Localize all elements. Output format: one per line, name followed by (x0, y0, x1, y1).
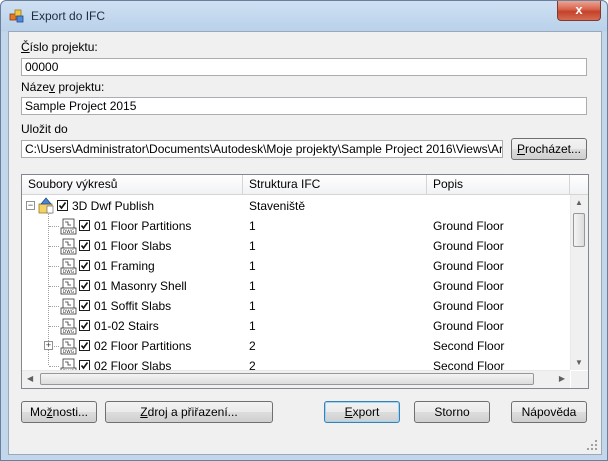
row-description: Ground Floor (433, 319, 504, 333)
row-label: 01-02 Stairs (94, 319, 159, 333)
root-checkbox[interactable] (57, 200, 68, 211)
close-button[interactable]: x (557, 1, 601, 21)
project-number-label: Číslo projektu: (21, 40, 98, 54)
resize-grip-icon[interactable] (586, 439, 598, 451)
column-header-files[interactable]: Soubory výkresů (22, 175, 243, 195)
dwg-file-icon: DWG (60, 218, 77, 235)
help-button[interactable]: Nápověda (511, 401, 587, 423)
svg-text:DWG: DWG (63, 349, 75, 355)
row-label: 01 Soffit Slabs (94, 299, 172, 313)
root-structure: Staveniště (249, 199, 306, 213)
row-description: Ground Floor (433, 219, 504, 233)
browse-button[interactable]: Procházet... (511, 138, 587, 160)
window-title: Export do IFC (31, 9, 106, 23)
row-label: 01 Floor Partitions (94, 219, 192, 233)
dwg-file-icon: DWG (60, 318, 77, 335)
row-description: Ground Floor (433, 279, 504, 293)
row-description: Ground Floor (433, 259, 504, 273)
project-name-field[interactable]: Sample Project 2015 (21, 97, 587, 115)
column-header-filler (570, 175, 588, 195)
svg-text:DWG: DWG (63, 229, 75, 235)
row-structure: 1 (249, 219, 256, 233)
row-checkbox[interactable] (79, 340, 90, 351)
row-checkbox[interactable] (79, 280, 90, 291)
row-label: 01 Framing (94, 259, 155, 273)
export-button[interactable]: Export (324, 401, 400, 423)
row-description: Ground Floor (433, 299, 504, 313)
tree-row[interactable]: DWG 01 Masonry Shell 1 Ground Floor (22, 276, 570, 296)
project-name-label: Název projektu: (21, 80, 105, 94)
tree-row[interactable]: DWG 01 Framing 1 Ground Floor (22, 256, 570, 276)
dwg-file-icon: DWG (60, 298, 77, 315)
dwf-publish-icon (38, 197, 54, 214)
scroll-left-icon[interactable]: ◀ (27, 374, 33, 383)
tree-row[interactable]: DWG 01 Soffit Slabs 1 Ground Floor (22, 296, 570, 316)
svg-text:DWG: DWG (63, 269, 75, 275)
svg-text:DWG: DWG (63, 329, 75, 335)
svg-text:DWG: DWG (63, 249, 75, 255)
vertical-scrollbar[interactable]: ▲ ▼ (570, 195, 588, 370)
app-icon (9, 9, 24, 23)
export-ifc-dialog: Export do IFC x Číslo projektu: 00000 Ná… (0, 0, 608, 461)
row-label: 01 Floor Slabs (94, 239, 172, 253)
expand-toggle[interactable]: + (44, 341, 53, 350)
row-label: 02 Floor Partitions (94, 339, 192, 353)
tree-row[interactable]: DWG 01 Floor Slabs 1 Ground Floor (22, 236, 570, 256)
row-structure: 1 (249, 319, 256, 333)
dialog-client-area: Číslo projektu: 00000 Název projektu: Sa… (8, 31, 602, 455)
row-checkbox[interactable] (79, 300, 90, 311)
scroll-up-icon[interactable]: ▲ (575, 198, 583, 207)
row-checkbox[interactable] (79, 220, 90, 231)
horizontal-scroll-thumb[interactable] (40, 373, 534, 385)
project-number-field[interactable]: 00000 (21, 58, 587, 76)
column-header-ifc-structure[interactable]: Struktura IFC (243, 175, 427, 195)
row-checkbox[interactable] (79, 320, 90, 331)
dwg-file-icon: DWG (60, 278, 77, 295)
title-bar[interactable]: Export do IFC x (1, 1, 607, 31)
svg-text:DWG: DWG (63, 289, 75, 295)
row-structure: 1 (249, 279, 256, 293)
scroll-right-icon[interactable]: ▶ (559, 374, 565, 383)
save-to-label: Uložit do (21, 122, 68, 136)
source-and-mapping-button[interactable]: Zdroj a přiřazení... (105, 401, 273, 423)
save-path-field[interactable]: C:\Users\Administrator\Documents\Autodes… (21, 140, 503, 158)
row-description: Ground Floor (433, 239, 504, 253)
drawing-files-tree[interactable]: Soubory výkresů Struktura IFC Popis − 3D… (21, 174, 589, 389)
tree-root-row[interactable]: − 3D Dwf Publish Staveniště (22, 196, 570, 216)
scrollbar-corner (571, 371, 588, 388)
row-checkbox[interactable] (79, 260, 90, 271)
dwg-file-icon: DWG (60, 338, 77, 355)
row-description: Second Floor (433, 339, 505, 353)
collapse-toggle[interactable]: − (26, 201, 35, 210)
dwg-file-icon: DWG (60, 238, 77, 255)
row-structure: 1 (249, 299, 256, 313)
close-icon: x (575, 2, 583, 17)
options-button[interactable]: Možnosti... (21, 401, 97, 423)
row-structure: 2 (249, 339, 256, 353)
dwg-file-icon: DWG (60, 258, 77, 275)
row-structure: 1 (249, 259, 256, 273)
row-checkbox[interactable] (79, 240, 90, 251)
row-structure: 1 (249, 239, 256, 253)
tree-row[interactable]: DWG 01-02 Stairs 1 Ground Floor (22, 316, 570, 336)
vertical-scroll-thumb[interactable] (573, 213, 585, 247)
root-label: 3D Dwf Publish (72, 199, 155, 213)
scroll-down-icon[interactable]: ▼ (575, 358, 583, 367)
column-header-description[interactable]: Popis (427, 175, 570, 195)
tree-row[interactable]: DWG 01 Floor Partitions 1 Ground Floor (22, 216, 570, 236)
svg-text:DWG: DWG (63, 309, 75, 315)
horizontal-scrollbar[interactable]: ◀ ▶ (22, 370, 570, 388)
row-label: 01 Masonry Shell (94, 279, 187, 293)
cancel-button[interactable]: Storno (414, 401, 490, 423)
tree-row[interactable]: + DWG 02 Floor Partitions 2 Second Floor (22, 336, 570, 356)
